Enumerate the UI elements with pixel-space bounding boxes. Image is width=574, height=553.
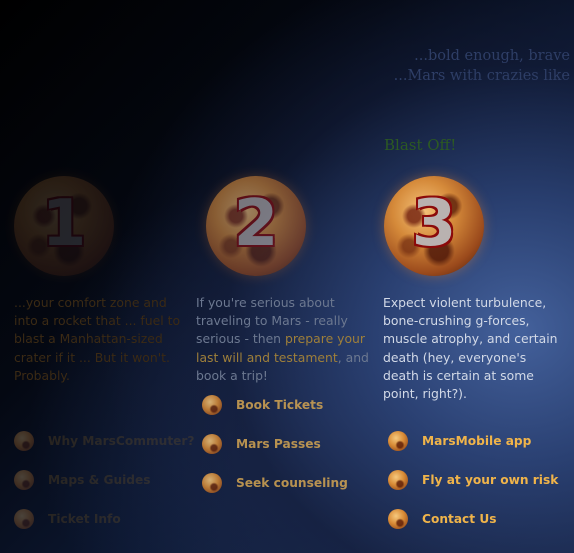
link-mars-passes[interactable]: Mars Passes	[202, 434, 348, 454]
intro-line-1: ...bold enough, brave	[414, 48, 570, 64]
link-contact-us[interactable]: Contact Us	[388, 509, 558, 529]
link-book-tickets[interactable]: Book Tickets	[202, 395, 348, 415]
mars-bullet-icon	[202, 473, 222, 493]
step-2-description: If you're serious about traveling to Mar…	[196, 294, 371, 385]
link-ticket-info[interactable]: Ticket Info	[14, 509, 195, 529]
step-3-description: Expect violent turbulence, bone-crushing…	[383, 295, 558, 402]
step-number-2: 2	[233, 187, 279, 261]
intro-text: ...bold enough, brave ...Mars with crazi…	[130, 46, 570, 86]
link-label: Fly at your own risk	[422, 473, 559, 487]
mars-planet-icon-step-1: 1	[14, 176, 114, 276]
link-label: Maps & Guides	[48, 473, 151, 487]
blast-off-heading: Blast Off!	[384, 136, 457, 154]
mars-planet-icon-step-2: 2	[206, 176, 306, 276]
mars-planet-icon-step-3: 3	[384, 176, 484, 276]
link-marsmobile-app[interactable]: MarsMobile app	[388, 431, 558, 451]
links-column-3: MarsMobile app Fly at your own risk Cont…	[388, 431, 558, 548]
mars-bullet-icon	[14, 509, 34, 529]
link-label: MarsMobile app	[422, 434, 532, 448]
mars-bullet-icon	[388, 509, 408, 529]
link-label: Ticket Info	[48, 512, 121, 526]
mars-bullet-icon	[202, 434, 222, 454]
link-label: Why MarsCommuter?	[48, 434, 195, 448]
step-1-description: ...your comfort zone and into a rocket t…	[14, 295, 181, 383]
mars-bullet-icon	[14, 470, 34, 490]
step-number-1: 1	[41, 187, 87, 261]
links-column-2: Book Tickets Mars Passes Seek counseling	[202, 395, 348, 512]
link-label: Book Tickets	[236, 398, 324, 412]
link-label: Mars Passes	[236, 437, 321, 451]
link-seek-counseling[interactable]: Seek counseling	[202, 473, 348, 493]
link-label: Contact Us	[422, 512, 497, 526]
links-column-1: Why MarsCommuter? Maps & Guides Ticket I…	[14, 431, 195, 548]
link-label: Seek counseling	[236, 476, 348, 490]
link-fly-at-own-risk[interactable]: Fly at your own risk	[388, 470, 558, 490]
mars-bullet-icon	[388, 470, 408, 490]
link-maps-guides[interactable]: Maps & Guides	[14, 470, 195, 490]
mars-bullet-icon	[388, 431, 408, 451]
mars-bullet-icon	[14, 431, 34, 451]
step-number-3: 3	[411, 187, 457, 261]
mars-bullet-icon	[202, 395, 222, 415]
link-why-marscommuter[interactable]: Why MarsCommuter?	[14, 431, 195, 451]
intro-line-2: ...Mars with crazies like	[393, 68, 570, 84]
